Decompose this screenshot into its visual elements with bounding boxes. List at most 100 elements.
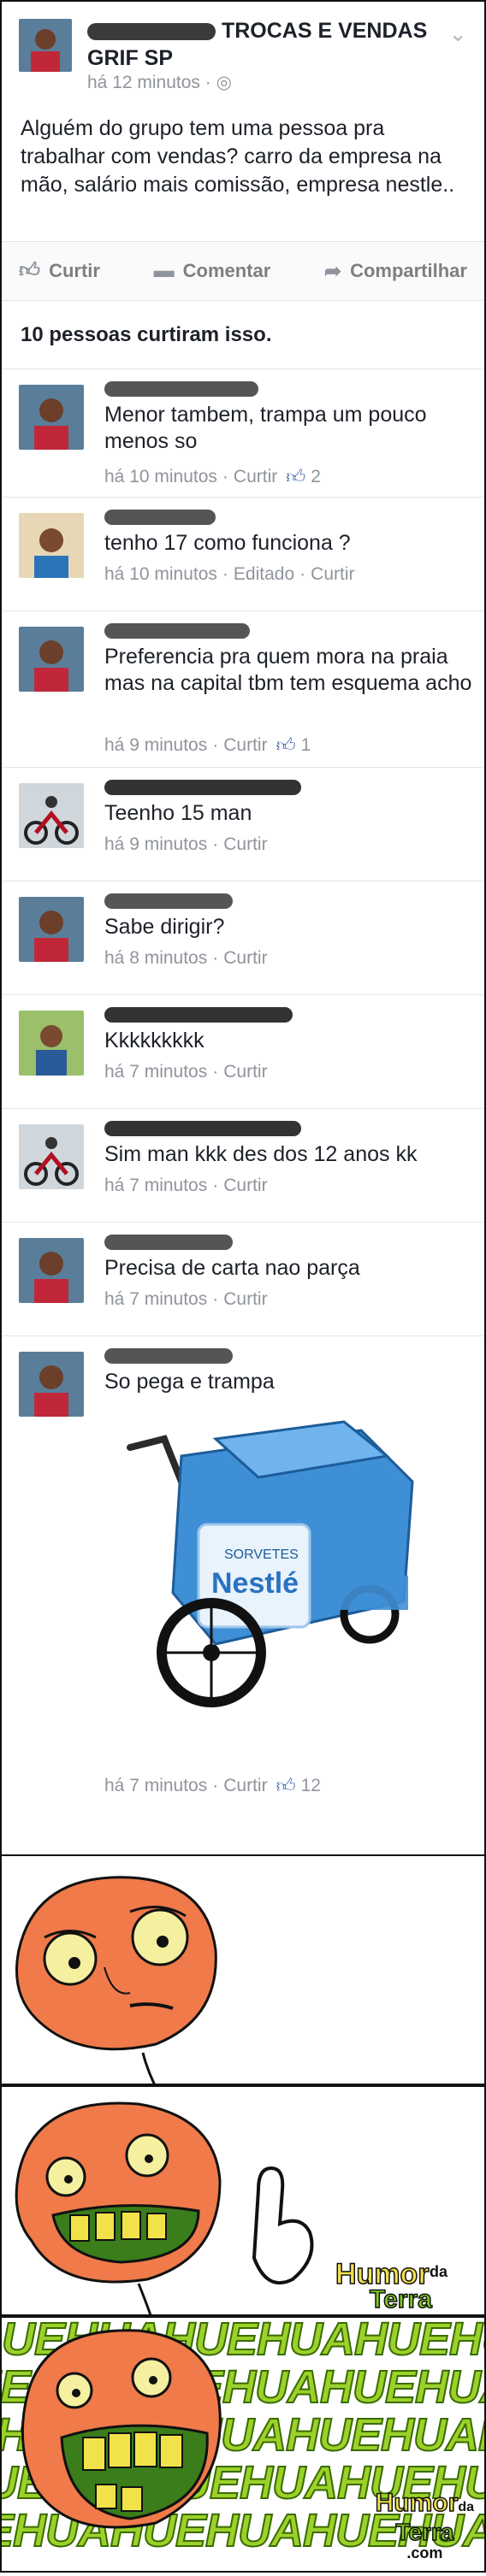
comment-time[interactable]: há 7 minutos bbox=[104, 1289, 207, 1310]
commenter-name-redacted[interactable] bbox=[104, 510, 216, 532]
comment-time[interactable]: há 10 minutos bbox=[104, 564, 217, 585]
share-button[interactable]: ➦ Compartilhar bbox=[324, 259, 467, 284]
comment-time[interactable]: há 9 minutos bbox=[104, 735, 207, 756]
comment-like-count[interactable]: 2 bbox=[311, 467, 321, 487]
commenter-name-redacted[interactable] bbox=[104, 623, 250, 645]
post-time-text: há 12 minutos bbox=[87, 73, 200, 92]
meme-panel-laughing: UEHUAHUEHUAHUEHUAHUEHUAHUEHAUHEUAHEHAUHE… bbox=[0, 2316, 486, 2573]
comment-label: Comentar bbox=[182, 260, 271, 281]
comment-meta: há 7 minutos · Curtir bbox=[104, 1289, 268, 1310]
comment-like-button[interactable]: Curtir bbox=[311, 564, 354, 585]
author-avatar[interactable] bbox=[19, 19, 72, 72]
rage-face-drawing bbox=[15, 1876, 217, 2084]
comment-item: So pega e trampa SORVETES Nestlé há 7 mi… bbox=[2, 1336, 484, 1811]
commenter-avatar[interactable] bbox=[19, 627, 84, 692]
logo-line1: Humor bbox=[375, 2489, 459, 2517]
cart-brand-label: Nestlé bbox=[211, 1567, 299, 1600]
comment-text: tenho 17 como funciona ? bbox=[104, 531, 351, 555]
commenter-avatar[interactable] bbox=[19, 513, 84, 578]
rage-face-laughing-drawing bbox=[21, 2329, 222, 2529]
commenter-avatar[interactable] bbox=[19, 1011, 84, 1076]
commenter-avatar[interactable] bbox=[19, 897, 84, 962]
watermark-line3: Terra bbox=[370, 2285, 432, 2314]
commenter-name-redacted[interactable] bbox=[104, 1007, 293, 1029]
comment-time[interactable]: há 7 minutos bbox=[104, 1776, 207, 1796]
comment-item: Teenho 15 man há 9 minutos · Curtir bbox=[2, 768, 484, 881]
logo-line2: da bbox=[458, 2500, 474, 2514]
comment-like-button[interactable]: Curtir bbox=[223, 735, 267, 756]
comment-time[interactable]: há 8 minutos bbox=[104, 948, 207, 969]
comment-meta: há 8 minutos · Curtir bbox=[104, 948, 268, 969]
post-author-and-group[interactable]: TROCAS E VENDAS GRIF SP bbox=[87, 17, 430, 72]
comment-like-count[interactable]: 12 bbox=[301, 1776, 321, 1796]
comment-text: Kkkkkkkkk bbox=[104, 1029, 204, 1052]
commenter-name-redacted[interactable] bbox=[104, 893, 233, 916]
logo-line3: Terra bbox=[395, 2519, 454, 2545]
comment-like-count[interactable]: 1 bbox=[301, 735, 311, 756]
post-header: TROCAS E VENDAS GRIF SP há 12 minutos · … bbox=[2, 2, 484, 104]
comment-item: tenho 17 como funciona ? há 10 minutos · … bbox=[2, 498, 484, 611]
thumbs-up-icon: 👍︎ bbox=[276, 734, 296, 756]
comment-like-button[interactable]: Curtir bbox=[223, 948, 267, 969]
comment-time[interactable]: há 7 minutos bbox=[104, 1062, 207, 1082]
commenter-avatar[interactable] bbox=[19, 1238, 84, 1303]
thumbs-up-icon: 👍︎ bbox=[286, 466, 306, 487]
thumbs-up-icon: 👍︎ bbox=[19, 259, 41, 282]
commenter-name-redacted[interactable] bbox=[104, 1235, 233, 1257]
comment-item: Sim man kkk des dos 12 anos kk há 7 minu… bbox=[2, 1109, 484, 1223]
comment-item: Kkkkkkkkk há 7 minutos · Curtir bbox=[2, 995, 484, 1109]
chevron-down-icon[interactable]: ⌄ bbox=[448, 21, 467, 47]
comment-text: Sim man kkk des dos 12 anos kk bbox=[104, 1142, 418, 1166]
comment-edited-label[interactable]: Editado bbox=[234, 564, 294, 585]
post-action-bar: 👍︎ Curtir ▬ Comentar ➦ Compartilhar bbox=[2, 241, 484, 301]
watermark-humor-da-terra: Humor da Terra bbox=[335, 2257, 448, 2314]
comment-time[interactable]: há 9 minutos bbox=[104, 834, 207, 855]
commenter-avatar[interactable] bbox=[19, 1352, 84, 1417]
comment-like-button[interactable]: Curtir bbox=[223, 1289, 267, 1310]
like-button[interactable]: 👍︎ Curtir bbox=[19, 259, 100, 283]
cart-sub-label: SORVETES bbox=[224, 1547, 299, 1562]
post-timestamp[interactable]: há 12 minutos · ◎ bbox=[87, 72, 232, 93]
comment-item: Sabe dirigir? há 8 minutos · Curtir bbox=[2, 881, 484, 995]
share-label: Compartilhar bbox=[350, 260, 467, 281]
commenter-name-redacted[interactable] bbox=[104, 780, 301, 802]
commenter-avatar[interactable] bbox=[19, 1124, 84, 1189]
comment-text: Sabe dirigir? bbox=[104, 915, 225, 939]
comment-text: Precisa de carta nao parça bbox=[104, 1256, 360, 1280]
comment-text: So pega e trampa bbox=[104, 1370, 275, 1394]
comment-like-button[interactable]: Curtir bbox=[223, 1062, 267, 1082]
globe-icon: · ◎ bbox=[204, 73, 232, 92]
comment-meta: há 10 minutos · Editado · Curtir bbox=[104, 564, 355, 585]
rage-face-finger-drawing: Humor da Terra bbox=[15, 2101, 448, 2314]
commenter-avatar[interactable] bbox=[19, 385, 84, 450]
commenter-name-redacted[interactable] bbox=[104, 1121, 301, 1143]
comment-text: Teenho 15 man bbox=[104, 801, 252, 825]
meme-panel-staring-face bbox=[0, 1854, 486, 2085]
meme-panel-finger-up: Humor da Terra bbox=[0, 2085, 486, 2316]
watermark-line2: da bbox=[430, 2263, 448, 2280]
comment-meta: há 10 minutos · Curtir 👍︎ 2 bbox=[104, 466, 321, 487]
redacted-author-name bbox=[87, 23, 216, 41]
likes-summary[interactable]: 10 pessoas curtiram isso. bbox=[2, 301, 484, 369]
post-body: Alguém do grupo tem uma pessoa pra traba… bbox=[21, 116, 455, 197]
comment-button[interactable]: ▬ Comentar bbox=[154, 259, 271, 283]
watermark-logo: Humorda Terra .com bbox=[375, 2489, 474, 2562]
comment-meta: há 9 minutos · Curtir 👍︎ 1 bbox=[104, 734, 311, 756]
comment-like-button[interactable]: Curtir bbox=[223, 834, 267, 855]
like-label: Curtir bbox=[49, 260, 100, 281]
ice-cream-cart-image[interactable]: SORVETES Nestlé bbox=[113, 1405, 430, 1717]
comment-item: Menor tambem, trampa um pouco menos so h… bbox=[2, 369, 484, 498]
commenter-name-redacted[interactable] bbox=[104, 381, 258, 404]
commenter-avatar[interactable] bbox=[19, 783, 84, 848]
comment-text: Preferencia pra quem mora na praia mas n… bbox=[104, 645, 472, 695]
comment-like-button[interactable]: Curtir bbox=[234, 467, 277, 487]
comment-time[interactable]: há 10 minutos bbox=[104, 467, 217, 487]
comment-like-button[interactable]: Curtir bbox=[223, 1776, 267, 1796]
comment-meta: há 7 minutos · Curtir bbox=[104, 1176, 268, 1196]
comment-meta: há 9 minutos · Curtir bbox=[104, 834, 268, 855]
comment-text: Menor tambem, trampa um pouco menos so bbox=[104, 403, 427, 453]
comment-like-button[interactable]: Curtir bbox=[223, 1176, 267, 1196]
commenter-name-redacted[interactable] bbox=[104, 1348, 233, 1371]
speech-bubble-icon: ▬ bbox=[153, 259, 175, 282]
comment-time[interactable]: há 7 minutos bbox=[104, 1176, 207, 1196]
